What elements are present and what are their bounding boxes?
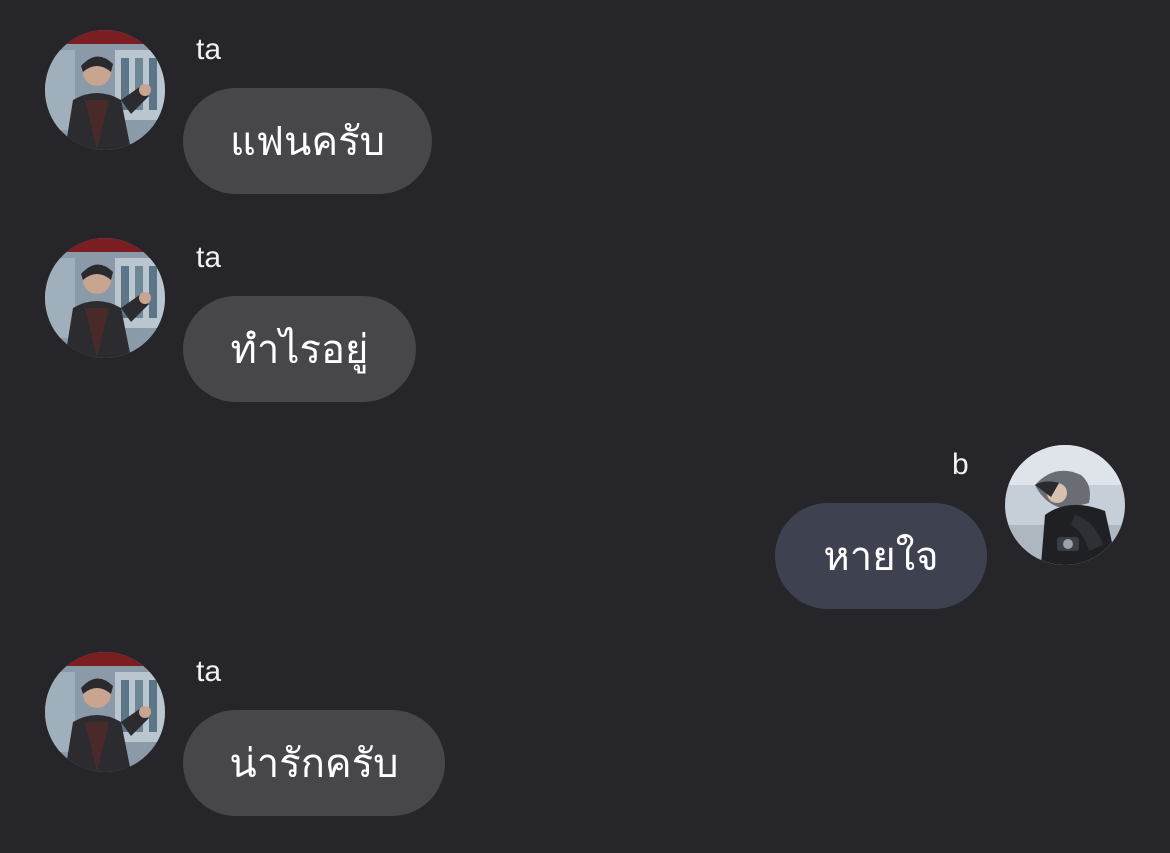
message-bubble[interactable]: น่ารักครับ [183,710,445,816]
sender-name: b [952,448,969,481]
profile-photo-b-icon [1005,445,1125,565]
profile-photo-ta-icon [45,238,165,358]
message-bubble[interactable]: หายใจ [775,503,987,609]
profile-photo-ta-icon [45,30,165,150]
avatar[interactable] [45,238,165,358]
avatar[interactable] [1005,445,1125,565]
profile-photo-ta-icon [45,652,165,772]
sender-name: ta [196,241,222,274]
sender-name: ta [196,33,222,66]
avatar[interactable] [45,652,165,772]
avatar[interactable] [45,30,165,150]
message-row: ta ทำไรอยู่ [0,238,1170,408]
message-row: b หายใจ [0,445,1170,615]
sender-name: ta [196,655,222,688]
message-bubble[interactable]: แฟนครับ [183,88,432,194]
message-row: ta น่ารักครับ [0,652,1170,822]
message-row: ta แฟนครับ [0,30,1170,200]
message-bubble[interactable]: ทำไรอยู่ [183,296,416,402]
